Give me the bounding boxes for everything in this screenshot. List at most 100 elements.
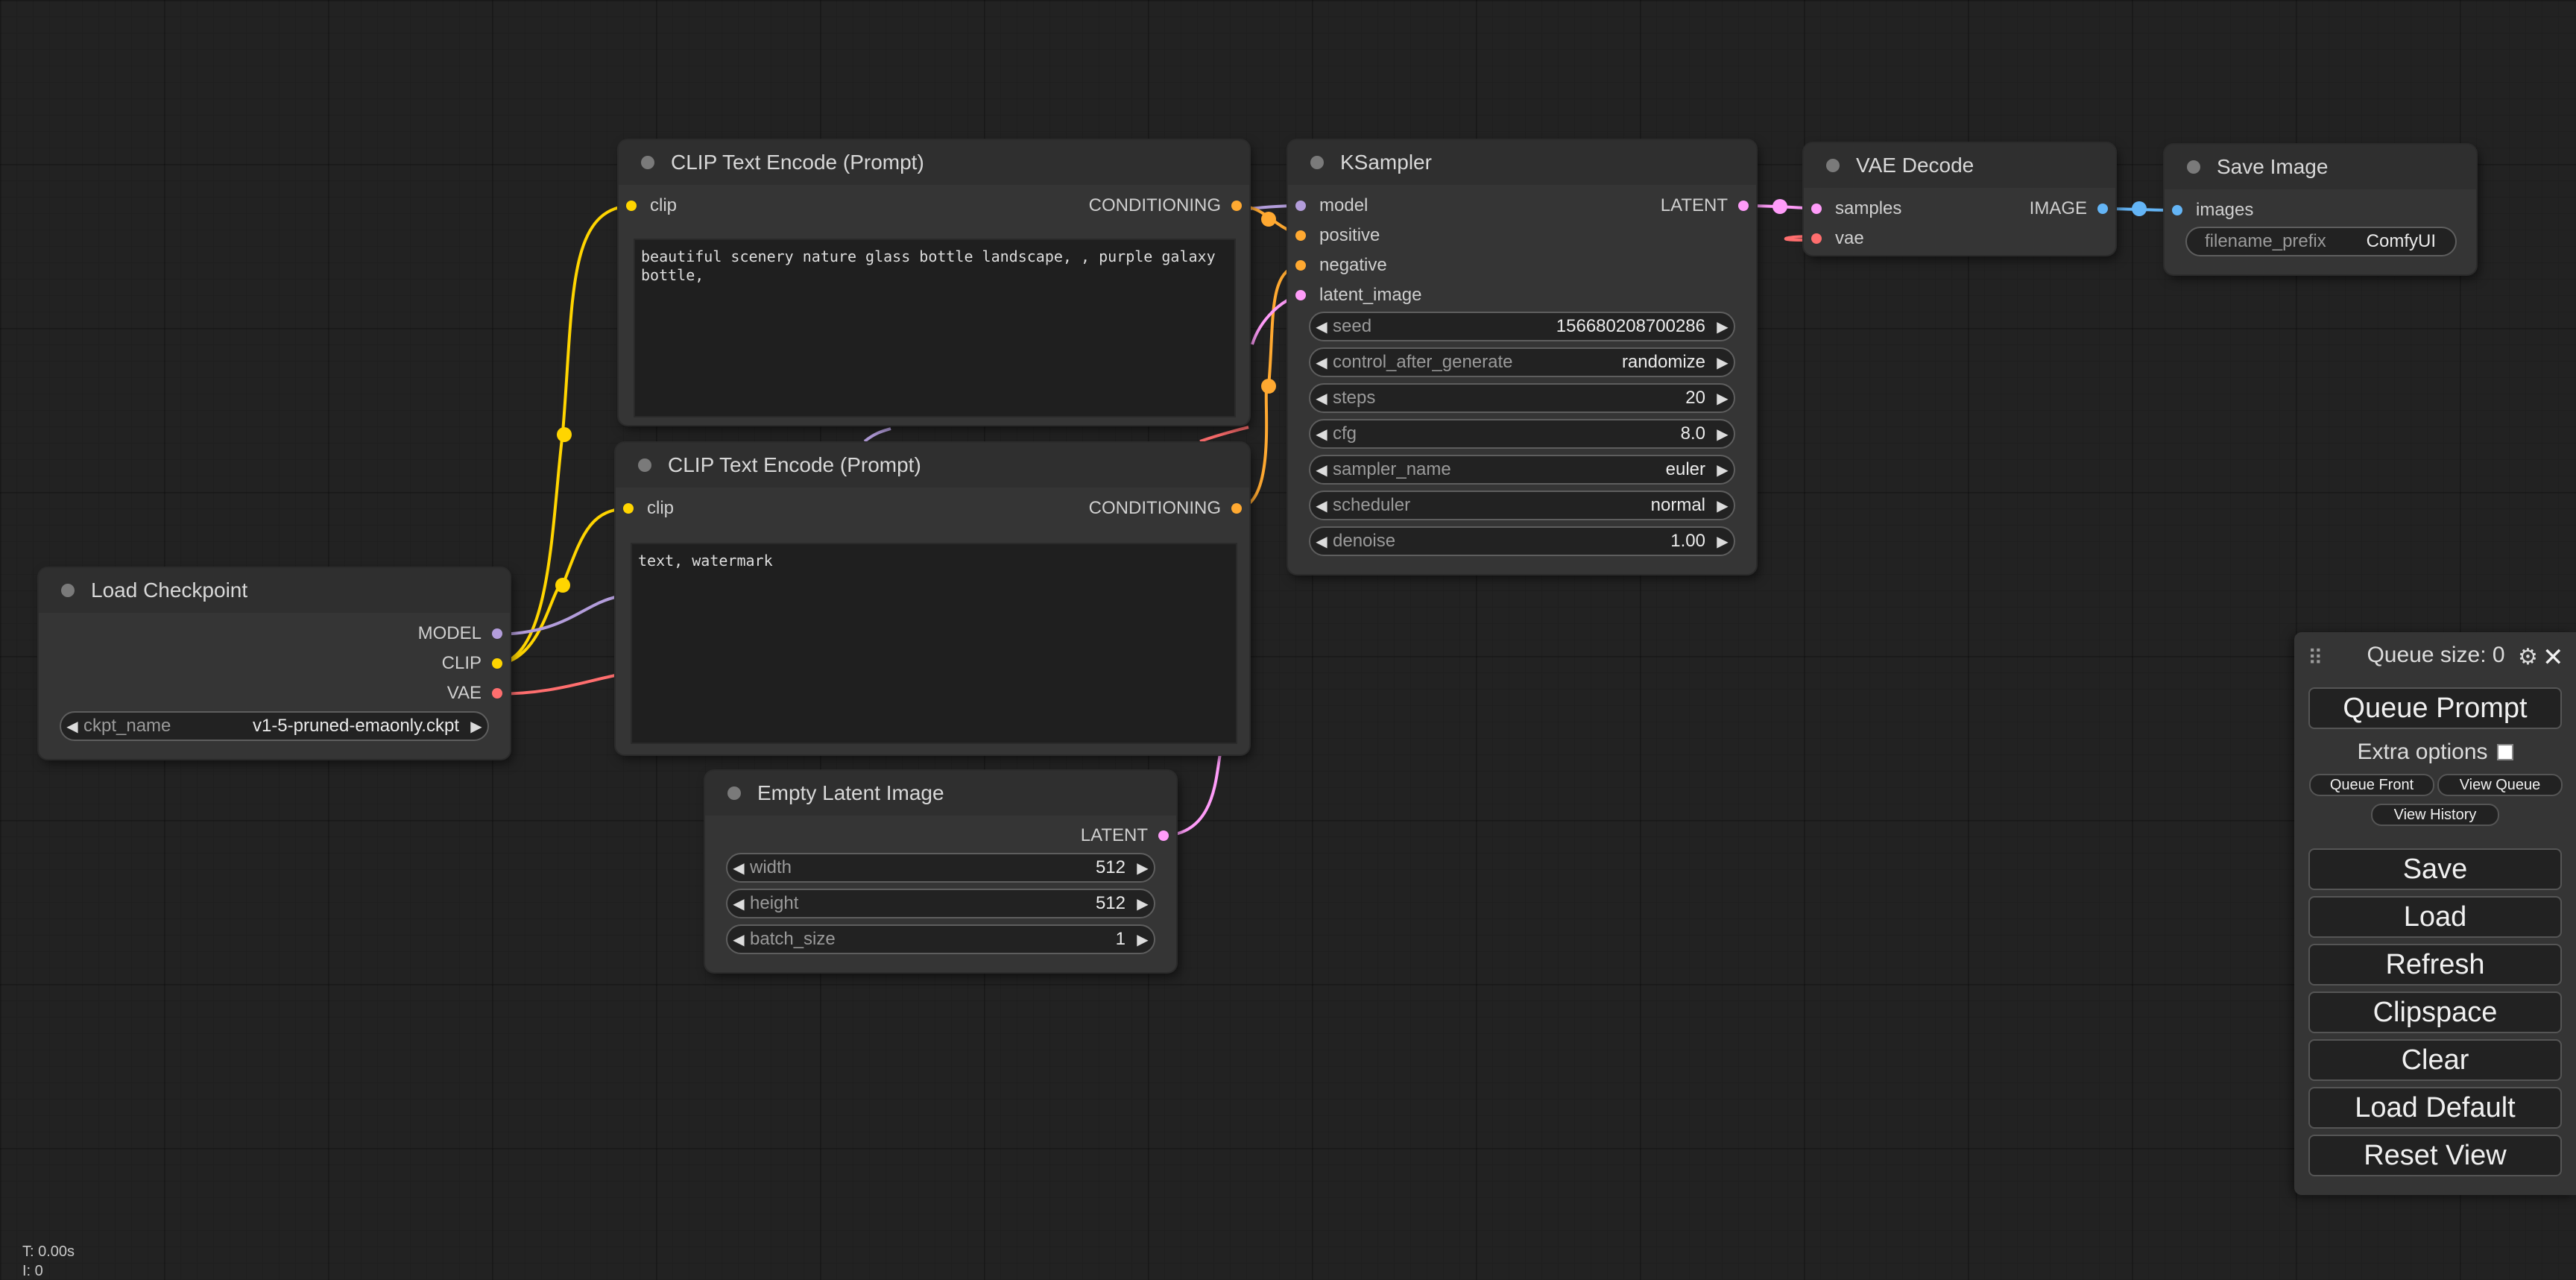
node-ksampler[interactable]: KSampler model positive negative latent_… xyxy=(1288,140,1756,574)
input-slot-clip[interactable]: clip xyxy=(626,191,677,221)
decrement-arrow-icon[interactable]: ◀ xyxy=(1310,389,1333,408)
increment-arrow-icon[interactable]: ▶ xyxy=(1131,895,1154,913)
increment-arrow-icon[interactable]: ▶ xyxy=(465,717,487,736)
queue-menu-panel[interactable]: ⠿ Queue size: 0 ⚙ ✕ Queue Prompt Extra o… xyxy=(2294,632,2576,1195)
decrement-arrow-icon[interactable]: ◀ xyxy=(727,859,750,877)
node-title-bar[interactable]: Save Image xyxy=(2165,145,2476,189)
slot-dot-icon[interactable] xyxy=(2172,205,2182,215)
widget-filename-prefix[interactable]: filename_prefix ComfyUI xyxy=(2185,227,2457,256)
widget-cfg[interactable]: ◀ cfg 8.0 ▶ xyxy=(1309,419,1735,449)
decrement-arrow-icon[interactable]: ◀ xyxy=(61,717,83,736)
node-title-bar[interactable]: KSampler xyxy=(1288,140,1756,185)
slot-dot-icon[interactable] xyxy=(1811,233,1822,244)
input-slot-latent-image[interactable]: latent_image xyxy=(1295,280,1421,310)
increment-arrow-icon[interactable]: ▶ xyxy=(1711,353,1734,372)
widget-scheduler[interactable]: ◀ scheduler normal ▶ xyxy=(1309,491,1735,520)
reset-view-button[interactable]: Reset View xyxy=(2308,1135,2562,1176)
input-slot-clip[interactable]: clip xyxy=(623,494,674,523)
queue-front-button[interactable]: Queue Front xyxy=(2309,774,2434,796)
widget-control-after-generate[interactable]: ◀ control_after_generate randomize ▶ xyxy=(1309,347,1735,377)
input-slot-positive[interactable]: positive xyxy=(1295,221,1380,250)
output-slot-image[interactable]: IMAGE xyxy=(2030,194,2108,224)
node-title-bar[interactable]: VAE Decode xyxy=(1804,143,2115,188)
node-title-bar[interactable]: CLIP Text Encode (Prompt) xyxy=(616,443,1249,488)
increment-arrow-icon[interactable]: ▶ xyxy=(1711,496,1734,515)
slot-dot-icon[interactable] xyxy=(1295,230,1306,241)
close-icon[interactable]: ✕ xyxy=(2542,643,2564,672)
collapse-dot-icon[interactable] xyxy=(1310,156,1324,169)
increment-arrow-icon[interactable]: ▶ xyxy=(1131,859,1154,877)
load-button[interactable]: Load xyxy=(2308,896,2562,938)
prompt-textarea[interactable]: beautiful scenery nature glass bottle la… xyxy=(634,239,1236,417)
widget-height[interactable]: ◀ height 512 ▶ xyxy=(726,889,1155,918)
slot-dot-icon[interactable] xyxy=(492,628,502,639)
slot-dot-icon[interactable] xyxy=(492,658,502,669)
refresh-button[interactable]: Refresh xyxy=(2308,944,2562,986)
slot-dot-icon[interactable] xyxy=(1231,503,1242,514)
widget-steps[interactable]: ◀ steps 20 ▶ xyxy=(1309,383,1735,413)
extra-options-checkbox[interactable] xyxy=(2496,744,2513,760)
output-slot-model[interactable]: MODEL xyxy=(418,619,502,649)
collapse-dot-icon[interactable] xyxy=(61,584,75,597)
decrement-arrow-icon[interactable]: ◀ xyxy=(1310,532,1333,551)
input-slot-negative[interactable]: negative xyxy=(1295,250,1387,280)
slot-dot-icon[interactable] xyxy=(1295,290,1306,300)
widget-denoise[interactable]: ◀ denoise 1.00 ▶ xyxy=(1309,526,1735,556)
collapse-dot-icon[interactable] xyxy=(1826,159,1840,172)
widget-seed[interactable]: ◀ seed 156680208700286 ▶ xyxy=(1309,312,1735,341)
node-title-bar[interactable]: Empty Latent Image xyxy=(705,771,1176,816)
node-title-bar[interactable]: CLIP Text Encode (Prompt) xyxy=(619,140,1249,185)
decrement-arrow-icon[interactable]: ◀ xyxy=(1310,496,1333,515)
output-slot-latent[interactable]: LATENT xyxy=(1661,191,1749,221)
input-slot-samples[interactable]: samples xyxy=(1811,194,1901,224)
drag-handle-icon[interactable]: ⠿ xyxy=(2308,646,2323,670)
input-slot-vae[interactable]: vae xyxy=(1811,224,1864,253)
slot-dot-icon[interactable] xyxy=(1811,204,1822,214)
increment-arrow-icon[interactable]: ▶ xyxy=(1711,389,1734,408)
widget-batch-size[interactable]: ◀ batch_size 1 ▶ xyxy=(726,924,1155,954)
slot-dot-icon[interactable] xyxy=(1738,201,1749,211)
view-queue-button[interactable]: View Queue xyxy=(2437,774,2563,796)
widget-ckpt-name[interactable]: ◀ ckpt_name v1-5-pruned-emaonly.ckpt ▶ xyxy=(60,711,489,741)
decrement-arrow-icon[interactable]: ◀ xyxy=(727,930,750,949)
decrement-arrow-icon[interactable]: ◀ xyxy=(1310,425,1333,444)
queue-prompt-button[interactable]: Queue Prompt xyxy=(2308,687,2562,729)
node-save-image[interactable]: Save Image images filename_prefix ComfyU… xyxy=(2165,145,2476,274)
slot-dot-icon[interactable] xyxy=(1295,260,1306,271)
node-load-checkpoint[interactable]: Load Checkpoint MODEL CLIP VAE ◀ ckpt_na… xyxy=(39,568,510,759)
increment-arrow-icon[interactable]: ▶ xyxy=(1711,318,1734,336)
save-button[interactable]: Save xyxy=(2308,848,2562,890)
load-default-button[interactable]: Load Default xyxy=(2308,1087,2562,1129)
slot-dot-icon[interactable] xyxy=(492,688,502,699)
widget-width[interactable]: ◀ width 512 ▶ xyxy=(726,853,1155,883)
prompt-textarea[interactable]: text, watermark xyxy=(631,543,1237,744)
clipspace-button[interactable]: Clipspace xyxy=(2308,991,2562,1033)
decrement-arrow-icon[interactable]: ◀ xyxy=(1310,353,1333,372)
node-empty-latent-image[interactable]: Empty Latent Image LATENT ◀ width 512 ▶ … xyxy=(705,771,1176,972)
increment-arrow-icon[interactable]: ▶ xyxy=(1711,461,1734,479)
collapse-dot-icon[interactable] xyxy=(641,156,654,169)
increment-arrow-icon[interactable]: ▶ xyxy=(1711,532,1734,551)
gear-icon[interactable]: ⚙ xyxy=(2518,644,2538,670)
decrement-arrow-icon[interactable]: ◀ xyxy=(727,895,750,913)
clear-button[interactable]: Clear xyxy=(2308,1039,2562,1081)
decrement-arrow-icon[interactable]: ◀ xyxy=(1310,461,1333,479)
input-slot-images[interactable]: images xyxy=(2172,195,2253,225)
view-history-button[interactable]: View History xyxy=(2371,804,2499,826)
slot-dot-icon[interactable] xyxy=(623,503,634,514)
node-clip-text-encode-negative[interactable]: CLIP Text Encode (Prompt) clip CONDITION… xyxy=(616,443,1249,754)
node-clip-text-encode-positive[interactable]: CLIP Text Encode (Prompt) clip CONDITION… xyxy=(619,140,1249,425)
output-slot-conditioning[interactable]: CONDITIONING xyxy=(1089,494,1242,523)
increment-arrow-icon[interactable]: ▶ xyxy=(1711,425,1734,444)
slot-dot-icon[interactable] xyxy=(1158,830,1169,841)
output-slot-latent[interactable]: LATENT xyxy=(1081,821,1169,851)
node-title-bar[interactable]: Load Checkpoint xyxy=(39,568,510,613)
output-slot-vae[interactable]: VAE xyxy=(447,678,502,708)
input-slot-model[interactable]: model xyxy=(1295,191,1368,221)
output-slot-clip[interactable]: CLIP xyxy=(442,649,502,678)
collapse-dot-icon[interactable] xyxy=(2187,160,2200,174)
widget-sampler-name[interactable]: ◀ sampler_name euler ▶ xyxy=(1309,455,1735,485)
node-vae-decode[interactable]: VAE Decode samples vae IMAGE xyxy=(1804,143,2115,255)
increment-arrow-icon[interactable]: ▶ xyxy=(1131,930,1154,949)
output-slot-conditioning[interactable]: CONDITIONING xyxy=(1089,191,1242,221)
